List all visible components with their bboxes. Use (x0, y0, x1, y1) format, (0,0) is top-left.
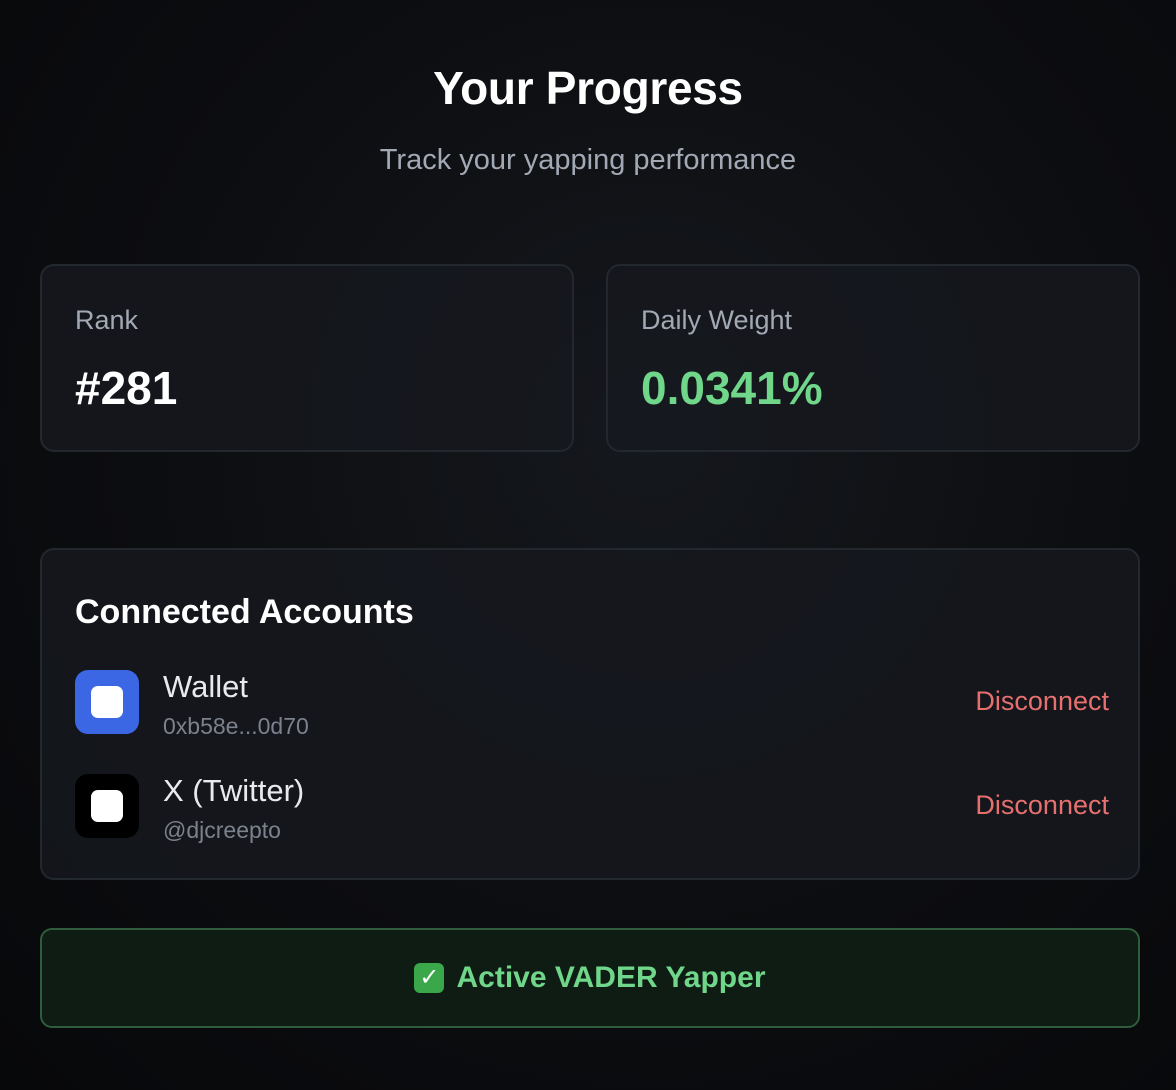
wallet-icon (75, 670, 139, 734)
account-handle: @djcreepto (163, 817, 281, 843)
account-row-twitter: X (Twitter) @djcreepto Disconnect (75, 773, 1109, 843)
connected-accounts-title: Connected Accounts (75, 593, 414, 631)
connected-accounts-card: Connected Accounts Wallet 0xb58e...0d70 … (40, 548, 1140, 880)
page-subtitle: Track your yapping performance (379, 144, 797, 176)
status-text: Active VADER Yapper (456, 961, 766, 994)
account-handle: 0xb58e...0d70 (163, 713, 309, 739)
daily-weight-label: Daily Weight (641, 305, 793, 335)
rank-card: Rank #281 (40, 264, 574, 452)
daily-weight-card: Daily Weight 0.0341% (606, 264, 1140, 452)
rank-label: Rank (75, 305, 139, 335)
status-banner: ✓ Active VADER Yapper (40, 928, 1140, 1028)
disconnect-twitter-button[interactable]: Disconnect (975, 788, 1109, 822)
rank-value: #281 (75, 362, 178, 414)
disconnect-wallet-button[interactable]: Disconnect (975, 684, 1109, 718)
check-mark-icon: ✓ (414, 963, 445, 993)
account-name: Wallet (163, 669, 248, 704)
daily-weight-value: 0.0341% (641, 362, 823, 414)
page-title: Your Progress (433, 62, 743, 114)
account-row-wallet: Wallet 0xb58e...0d70 Disconnect (75, 669, 1109, 739)
account-name: X (Twitter) (163, 773, 305, 808)
x-icon (75, 774, 139, 838)
